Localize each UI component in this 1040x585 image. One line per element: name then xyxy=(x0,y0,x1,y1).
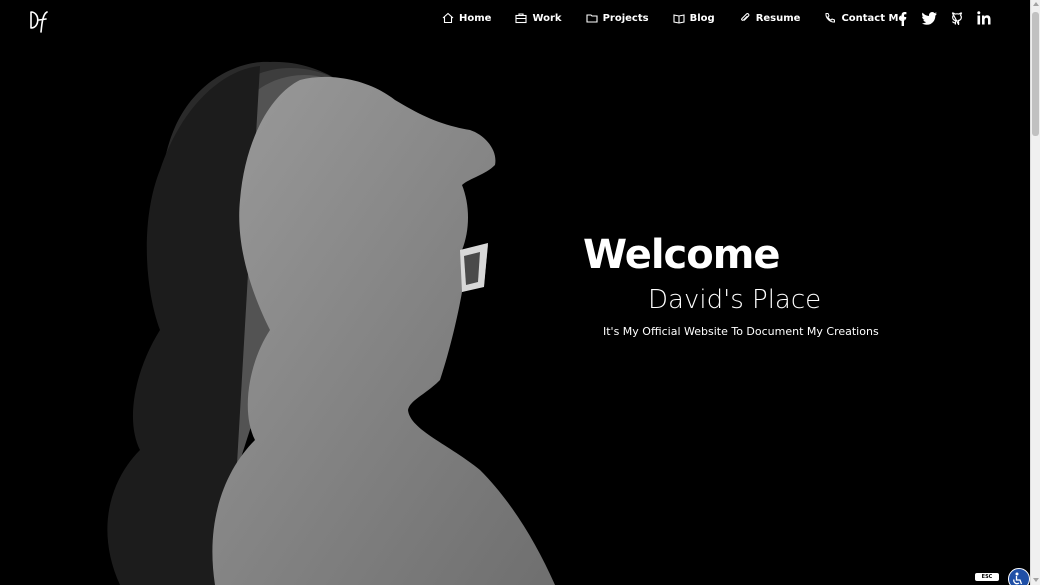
nav-resume[interactable]: Resume xyxy=(739,12,801,24)
linkedin-icon[interactable] xyxy=(976,10,991,26)
phone-icon xyxy=(825,13,836,23)
briefcase-icon xyxy=(515,13,528,24)
paperclip-icon xyxy=(740,13,750,21)
facebook-icon[interactable] xyxy=(895,10,910,26)
nav-work-label: Work xyxy=(532,12,562,24)
scroll-up-arrow-icon[interactable] xyxy=(1033,2,1039,6)
scroll-down-arrow-icon[interactable] xyxy=(1033,578,1039,582)
social-links xyxy=(895,10,991,26)
page-scrollbar[interactable] xyxy=(1030,0,1040,585)
nav-blog[interactable]: Blog xyxy=(673,12,715,24)
nav-home[interactable]: Home xyxy=(442,12,491,24)
accessibility-icon xyxy=(1013,572,1023,585)
nav-home-label: Home xyxy=(459,12,492,24)
twitter-icon[interactable] xyxy=(922,10,937,26)
nav-resume-label: Resume xyxy=(755,12,801,24)
esc-badge[interactable]: ESC xyxy=(975,573,999,581)
main-nav: Home Work Projects Blog Resume Contact M… xyxy=(442,12,929,24)
github-icon[interactable] xyxy=(949,10,964,26)
nav-blog-label: Blog xyxy=(689,12,715,24)
page: Home Work Projects Blog Resume Contact M… xyxy=(0,0,1030,585)
nav-projects-label: Projects xyxy=(602,12,649,24)
logo-df[interactable] xyxy=(28,8,48,34)
nav-contact[interactable]: Contact Me xyxy=(824,12,905,24)
silhouette-art xyxy=(107,61,556,585)
nav-work[interactable]: Work xyxy=(515,12,562,24)
book-icon xyxy=(673,14,685,24)
hero-subtitle: David's Place xyxy=(648,285,822,315)
hero-title: Welcome xyxy=(583,232,781,278)
accessibility-widget-button[interactable] xyxy=(1008,568,1030,585)
scroll-thumb[interactable] xyxy=(1032,12,1039,136)
nav-projects[interactable]: Projects xyxy=(586,12,649,24)
folder-icon xyxy=(586,14,598,23)
hero-tagline: It's My Official Website To Document My … xyxy=(603,325,879,338)
home-icon xyxy=(442,12,454,24)
